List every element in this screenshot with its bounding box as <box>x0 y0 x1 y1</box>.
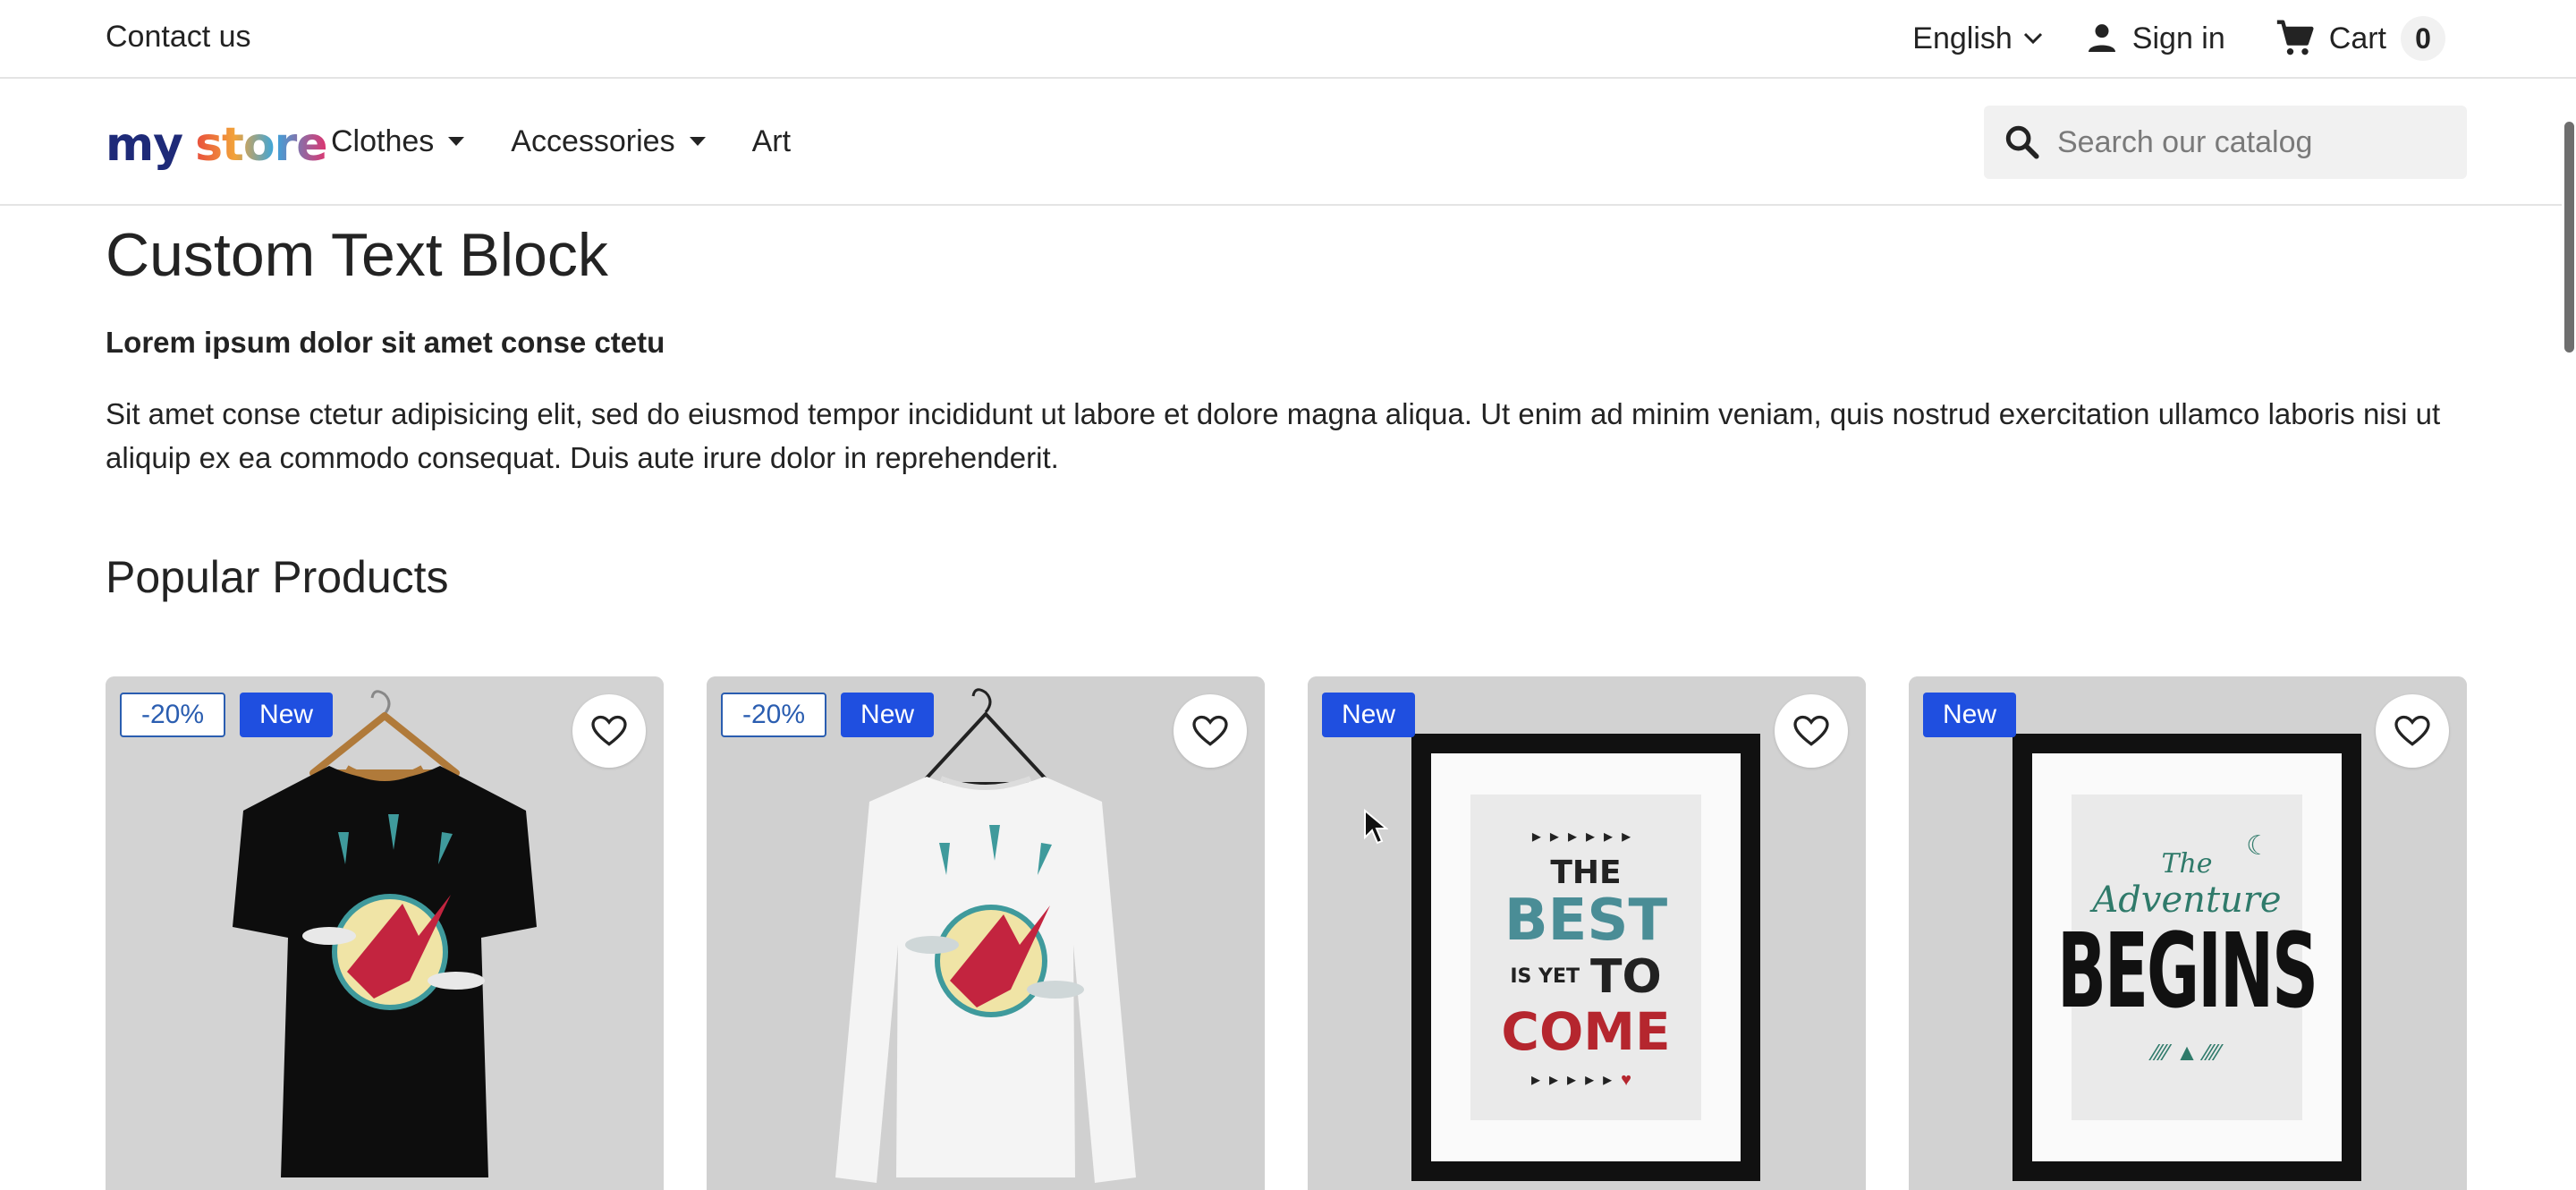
user-icon <box>2088 24 2115 52</box>
new-badge: New <box>841 693 935 737</box>
poster-text-isyet: IS YET <box>1510 965 1580 988</box>
poster-text-begins: BEGINS <box>2056 910 2318 1032</box>
product-badges: -20% New <box>721 693 935 737</box>
sign-in-label: Sign in <box>2131 21 2225 55</box>
heart-icon <box>1192 715 1228 746</box>
cms-block-body: Sit amet conse ctetur adipisicing elit, … <box>106 397 2441 474</box>
nav-label-art: Art <box>751 123 792 158</box>
product-card[interactable]: ☾ The Adventure BEGINS ⁄⁄⁄⁄ ▲ ⁄⁄⁄⁄ New <box>1909 676 2467 1190</box>
language-label: English <box>1912 21 2012 55</box>
product-badges: New <box>1923 693 2017 737</box>
top-utility-bar: Contact us English Sign in Cart 0 <box>0 0 2576 79</box>
popular-products-title: Popular Products <box>106 552 449 602</box>
poster-frame: ▸▸▸▸▸▸ THE BEST IS YET TO COME ▸▸▸▸▸♥ <box>1411 734 1760 1181</box>
logo-text-store: store <box>195 118 327 172</box>
cms-block-title: Custom Text Block <box>106 221 608 289</box>
poster-text-the: THE <box>1550 854 1622 891</box>
poster-text-best: BEST <box>1504 887 1668 954</box>
discount-badge: -20% <box>721 693 827 737</box>
poster-arrows-bottom: ▸▸▸▸▸♥ <box>1530 1069 1641 1090</box>
caret-down-icon <box>448 137 465 146</box>
search-box <box>1984 106 2467 179</box>
logo-text-my: my <box>106 118 183 172</box>
nav-item-art[interactable]: Art <box>752 124 791 159</box>
new-badge: New <box>240 693 334 737</box>
wishlist-button[interactable] <box>2376 694 2449 768</box>
sign-in-link[interactable]: Sign in <box>2084 21 2225 56</box>
poster-arrows-top: ▸▸▸▸▸▸ <box>1531 826 1640 846</box>
contact-us-link[interactable]: Contact us <box>106 20 251 55</box>
search-icon[interactable] <box>2004 123 2041 161</box>
poster-frame: ☾ The Adventure BEGINS ⁄⁄⁄⁄ ▲ ⁄⁄⁄⁄ <box>2012 734 2361 1181</box>
heart-icon <box>1793 715 1829 746</box>
cart-label: Cart <box>2328 21 2386 55</box>
wishlist-button[interactable] <box>572 694 646 768</box>
product-badges: -20% New <box>120 693 334 737</box>
poster-text-to: TO <box>1589 949 1662 1004</box>
discount-badge: -20% <box>120 693 226 737</box>
product-card[interactable]: ▸▸▸▸▸▸ THE BEST IS YET TO COME ▸▸▸▸▸♥ Ne… <box>1308 676 1866 1190</box>
product-grid: -20% New -20% New ▸▸▸▸▸▸ THE BEST IS YET… <box>106 676 2467 1190</box>
cart-link[interactable]: Cart 0 <box>2275 16 2445 61</box>
nav-item-clothes[interactable]: Clothes <box>331 123 465 159</box>
search-input[interactable] <box>2057 124 2451 160</box>
cms-block-subtitle: Lorem ipsum dolor sit amet conse ctetu <box>106 326 665 359</box>
poster-text-the: The <box>2161 848 2213 880</box>
heart-icon <box>591 715 627 746</box>
language-selector[interactable]: English <box>1912 21 2043 56</box>
nav-label-clothes: Clothes <box>331 123 435 158</box>
new-badge: New <box>1322 693 1416 737</box>
new-badge: New <box>1923 693 2017 737</box>
caret-down-icon <box>689 137 706 146</box>
scrollbar-thumb[interactable] <box>2564 122 2574 353</box>
shopping-cart-icon <box>2276 20 2314 55</box>
wishlist-button[interactable] <box>1775 694 1848 768</box>
poster-text-come: COME <box>1501 1000 1671 1062</box>
main-navigation: Clothes Accessories Art <box>331 79 837 204</box>
product-card[interactable]: -20% New <box>707 676 1265 1190</box>
topbar-right-group: English Sign in Cart 0 <box>1912 0 2445 77</box>
product-card[interactable]: -20% New <box>106 676 664 1190</box>
wishlist-button[interactable] <box>1174 694 1247 768</box>
cart-count-badge: 0 <box>2401 16 2445 61</box>
mouse-cursor-icon <box>1364 809 1388 845</box>
chevron-down-icon <box>2023 32 2042 45</box>
nav-label-accessories: Accessories <box>511 123 675 158</box>
main-header: my store Clothes Accessories Art <box>0 79 2576 206</box>
moon-icon: ☾ <box>2246 831 2270 861</box>
product-badges: New <box>1322 693 1416 737</box>
nav-item-accessories[interactable]: Accessories <box>511 123 706 159</box>
tent-icon: ⁄⁄⁄⁄ ▲ ⁄⁄⁄⁄ <box>2153 1039 2221 1066</box>
store-logo[interactable]: my store <box>106 113 328 172</box>
heart-icon <box>2394 715 2430 746</box>
